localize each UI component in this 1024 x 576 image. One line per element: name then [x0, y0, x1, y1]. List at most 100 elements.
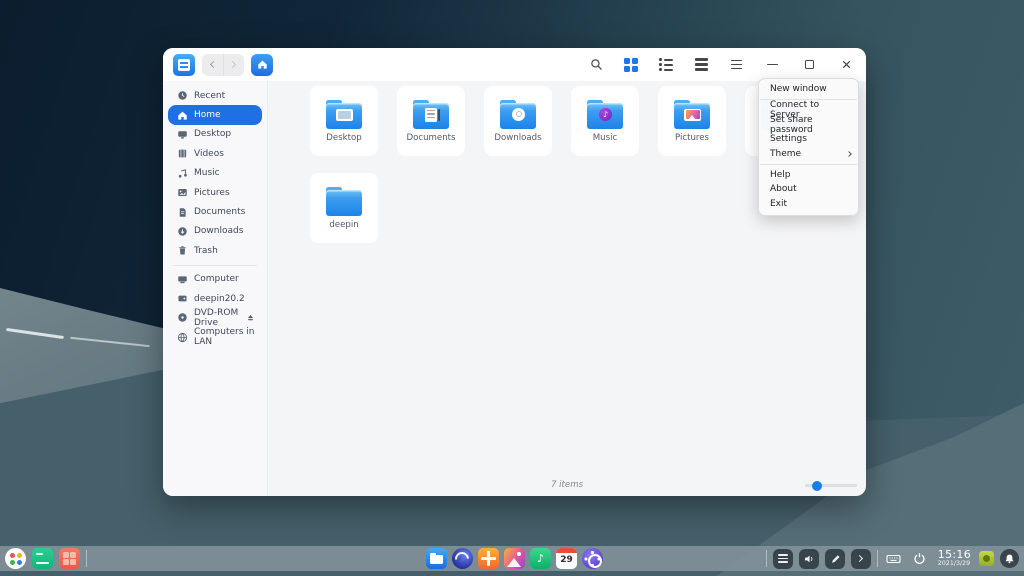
chevron-right-icon — [856, 555, 863, 562]
dock-separator — [766, 550, 767, 567]
list-view-button[interactable] — [657, 56, 675, 74]
folder-item-deepin[interactable]: deepin — [310, 173, 378, 243]
folder-item-desktop[interactable]: Desktop — [310, 86, 378, 156]
clock-date-label: 2021/3/29 — [938, 561, 971, 568]
close-button[interactable] — [836, 55, 856, 75]
sidebar-item-label: Downloads — [194, 226, 243, 236]
forward-button[interactable] — [223, 54, 245, 76]
folder-icon — [499, 100, 537, 129]
sidebar-item-label: Desktop — [194, 129, 231, 139]
sidebar-item-label: Computers in LAN — [194, 327, 262, 347]
folder-label: Desktop — [326, 134, 361, 143]
detail-view-button[interactable] — [692, 56, 710, 74]
sidebar-item-label: Music — [194, 168, 220, 178]
tray-shutdown-button[interactable] — [910, 549, 930, 569]
dock-control-center-button[interactable] — [582, 548, 603, 569]
window-menu-button[interactable] — [727, 56, 745, 74]
clock-icon — [177, 90, 188, 101]
pen-icon — [829, 553, 841, 565]
notification-center-button[interactable] — [1000, 549, 1019, 568]
grid-view-icon — [624, 58, 638, 72]
tray-screen-capture-button[interactable] — [825, 549, 845, 569]
sidebar-item-dvd-drive[interactable]: DVD-ROM Drive — [168, 308, 262, 327]
maximize-icon — [805, 60, 814, 69]
folder-item-pictures[interactable]: Pictures — [658, 86, 726, 156]
sidebar-item-deepin-volume[interactable]: deepin20.2 — [168, 289, 262, 308]
menu-item-theme[interactable]: Theme — [759, 147, 858, 162]
folder-label: Downloads — [494, 134, 541, 143]
slider-knob[interactable] — [812, 481, 822, 491]
sidebar-item-desktop[interactable]: Desktop — [168, 125, 262, 144]
file-manager-app-icon — [173, 54, 195, 76]
dock-clock[interactable]: 15:16 2021/3/29 — [938, 549, 971, 567]
menu-item-new-window[interactable]: New window — [759, 82, 858, 97]
sidebar-item-documents[interactable]: Documents — [168, 202, 262, 221]
picture-emblem-icon — [684, 109, 701, 121]
trash-icon — [177, 245, 188, 256]
titlebar[interactable] — [163, 48, 866, 81]
eject-button[interactable] — [246, 313, 255, 322]
folder-item-downloads[interactable]: Downloads — [484, 86, 552, 156]
menu-divider — [760, 164, 857, 165]
computer-icon — [177, 274, 188, 285]
submenu-arrow-icon — [846, 151, 852, 157]
dock-app-grid-button[interactable] — [59, 548, 80, 569]
sidebar-item-music[interactable]: Music — [168, 164, 262, 183]
image-icon — [177, 187, 188, 198]
tray-onscreen-keyboard-button[interactable] — [884, 549, 904, 569]
network-icon — [177, 332, 188, 343]
folder-label: Pictures — [675, 134, 709, 143]
grid-view-button[interactable] — [622, 56, 640, 74]
dock-terminal-button[interactable] — [32, 548, 53, 569]
tray-keyboard-layout-button[interactable] — [773, 549, 793, 569]
menu-item-label: Help — [770, 170, 791, 180]
dock-music-button[interactable]: ♪ — [530, 548, 551, 569]
window-menu-dropdown: New window Connect to Server Set share p… — [758, 78, 859, 216]
sidebar-item-videos[interactable]: Videos — [168, 144, 262, 163]
folder-icon — [412, 100, 450, 129]
tray-app-icon[interactable] — [979, 551, 994, 566]
folder-label: Music — [593, 134, 617, 143]
sidebar-item-pictures[interactable]: Pictures — [168, 183, 262, 202]
menu-item-label: Theme — [770, 149, 801, 159]
list-view-icon — [659, 58, 673, 71]
dock-file-manager-button[interactable] — [426, 548, 447, 569]
close-icon — [841, 59, 852, 70]
search-button[interactable] — [587, 56, 605, 74]
back-button[interactable] — [202, 54, 223, 76]
tray-expand-button[interactable] — [851, 549, 871, 569]
detail-view-icon — [695, 58, 708, 72]
sidebar-item-computer[interactable]: Computer — [168, 270, 262, 289]
home-icon — [177, 110, 188, 121]
folder-icon — [673, 100, 711, 129]
menu-item-label: Exit — [770, 199, 787, 209]
eject-icon — [246, 313, 255, 322]
dock-app-store-button[interactable] — [478, 548, 499, 569]
sidebar-item-downloads[interactable]: Downloads — [168, 222, 262, 241]
menu-item-exit[interactable]: Exit — [759, 197, 858, 212]
sidebar-item-computers-in-lan[interactable]: Computers in LAN — [168, 328, 262, 347]
folder-item-music[interactable]: ♪ Music — [571, 86, 639, 156]
home-crumb-button[interactable] — [251, 54, 273, 76]
dock-browser-button[interactable] — [452, 548, 473, 569]
sidebar-item-home[interactable]: Home — [168, 105, 262, 124]
icon-size-slider[interactable] — [805, 484, 857, 487]
dock-image-viewer-button[interactable] — [504, 548, 525, 569]
maximize-button[interactable] — [799, 55, 819, 75]
menu-item-set-share-password[interactable]: Set share password — [759, 117, 858, 132]
tray-volume-button[interactable] — [799, 549, 819, 569]
folder-label: Documents — [407, 134, 456, 143]
sidebar-item-recent[interactable]: Recent — [168, 86, 262, 105]
sidebar-item-label: Documents — [194, 207, 245, 217]
dock-calendar-button[interactable]: 29 — [556, 548, 577, 569]
sidebar-item-trash[interactable]: Trash — [168, 241, 262, 260]
menu-item-about[interactable]: About — [759, 182, 858, 197]
keyboard-icon — [886, 553, 901, 565]
sidebar-item-label: Pictures — [194, 188, 230, 198]
home-icon — [257, 59, 268, 70]
dock-launcher-button[interactable] — [5, 548, 26, 569]
minimize-button[interactable] — [762, 55, 782, 75]
folder-icon — [325, 100, 363, 129]
folder-item-documents[interactable]: Documents — [397, 86, 465, 156]
menu-item-help[interactable]: Help — [759, 167, 858, 182]
